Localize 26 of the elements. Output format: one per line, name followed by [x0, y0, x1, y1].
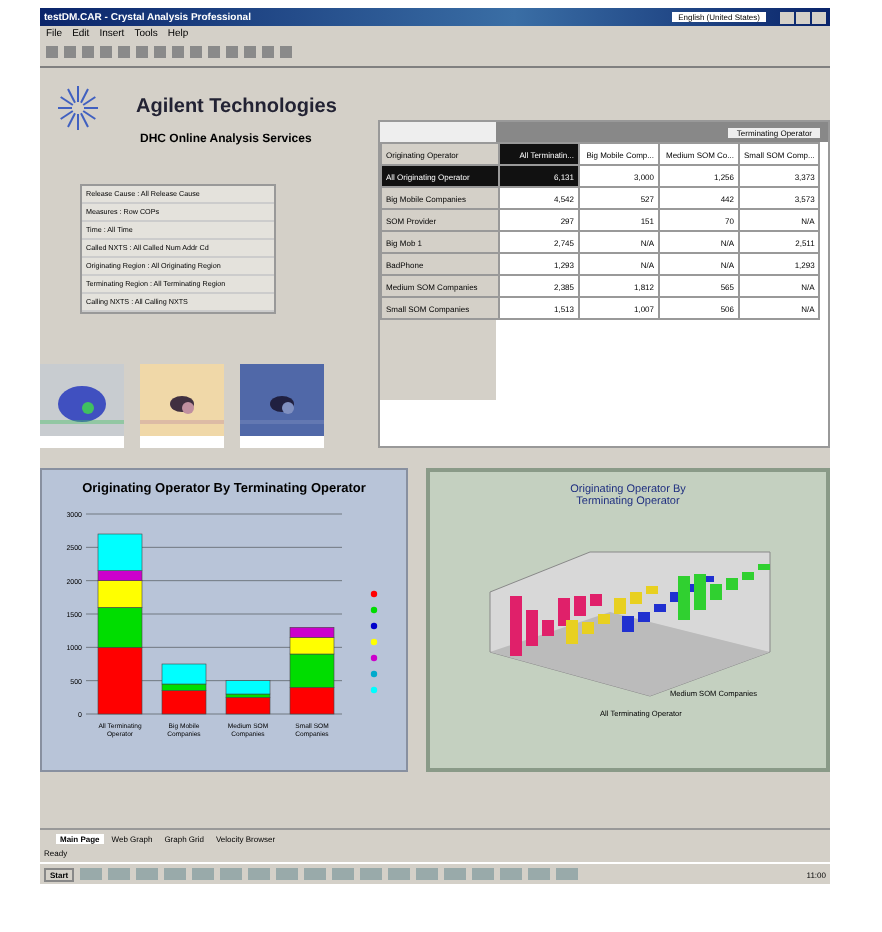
close-button[interactable] [812, 11, 826, 23]
taskbar-icon[interactable] [528, 868, 551, 880]
taskbar-icon[interactable] [164, 868, 187, 880]
taskbar-icon[interactable] [108, 868, 131, 880]
company-name: Agilent Technologies [136, 96, 337, 118]
drop-zone [380, 122, 496, 142]
taskbar-icon[interactable] [276, 868, 299, 880]
taskbar-icon[interactable] [220, 868, 243, 880]
taskbar-icon[interactable] [136, 868, 159, 880]
taskbar-icon[interactable] [388, 868, 411, 880]
minimize-button[interactable] [780, 11, 794, 23]
maximize-button[interactable] [796, 11, 810, 23]
row-header-background [380, 320, 496, 400]
taskbar-icon[interactable] [192, 868, 215, 880]
taskbar-icon[interactable] [80, 868, 103, 880]
taskbar-icon[interactable] [332, 868, 355, 880]
taskbar-icon[interactable] [472, 868, 495, 880]
taskbar-icon[interactable] [556, 868, 579, 880]
taskbar-icon[interactable] [500, 868, 523, 880]
starburst-logo-icon [56, 84, 100, 132]
taskbar-icon[interactable] [360, 868, 383, 880]
chart-bar [289, 687, 335, 715]
taskbar-icon[interactable] [248, 868, 271, 880]
taskbar-icon[interactable] [416, 868, 439, 880]
taskbar-icon[interactable] [444, 868, 467, 880]
taskbar-icon[interactable] [304, 868, 327, 880]
